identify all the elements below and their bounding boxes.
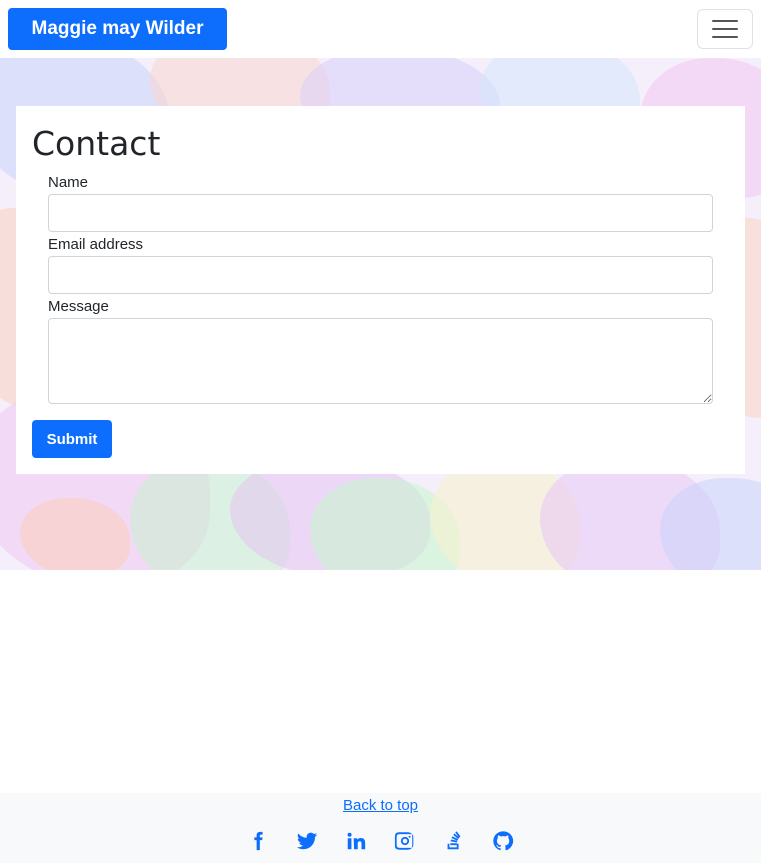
page-title: Contact [32,124,161,163]
hamburger-bar [712,36,738,38]
social-links [0,829,761,853]
stackoverflow-icon[interactable] [442,829,466,853]
name-label: Name [48,174,89,191]
facebook-icon[interactable] [246,829,270,853]
footer: Back to top [0,793,761,863]
github-icon[interactable] [491,829,515,853]
twitter-icon[interactable] [295,829,319,853]
navbar: Maggie may Wilder [0,0,761,58]
message-textarea[interactable] [48,318,713,404]
message-label: Message [48,298,109,315]
back-to-top-link[interactable]: Back to top [0,797,761,814]
contact-card: Contact Name Email address Message Submi… [16,106,745,474]
submit-button[interactable]: Submit [32,420,112,458]
hamburger-menu-icon [712,20,738,22]
email-label: Email address [48,236,144,253]
email-input[interactable] [48,256,713,294]
navbar-toggle-button[interactable] [697,9,753,49]
instagram-icon[interactable] [393,829,417,853]
hamburger-bar [712,28,738,30]
linkedin-icon[interactable] [344,829,368,853]
name-input[interactable] [48,194,713,232]
brand-link[interactable]: Maggie may Wilder [8,8,227,50]
